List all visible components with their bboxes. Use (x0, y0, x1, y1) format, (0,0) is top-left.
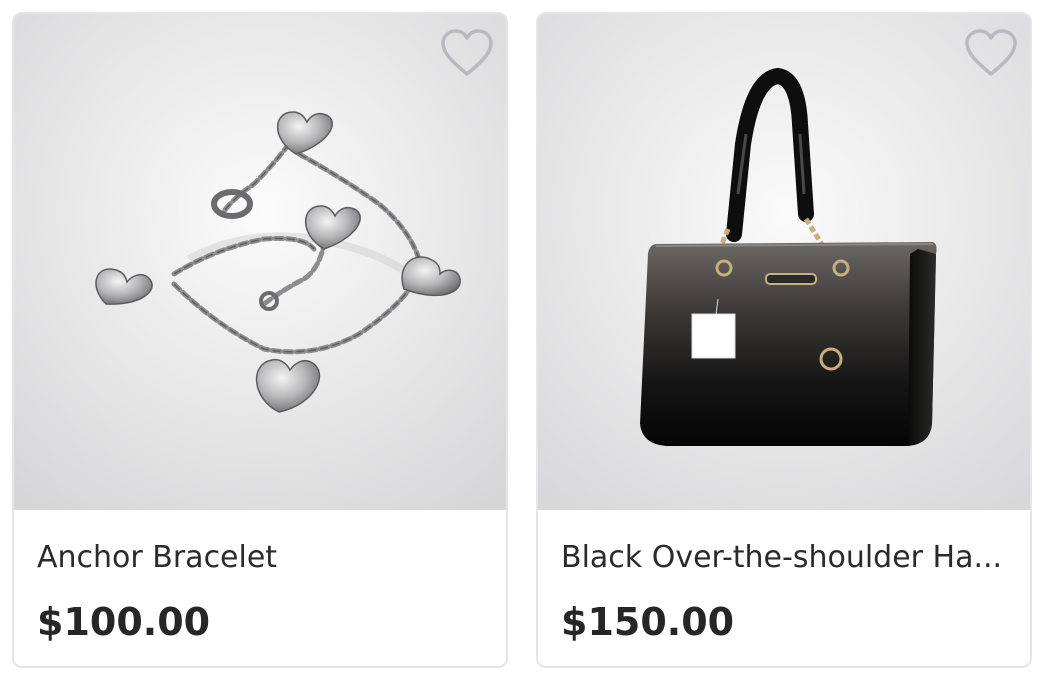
product-grid: Anchor Bracelet $100.00 Black Over-the-s… (0, 0, 1047, 683)
product-image-handbag[interactable] (538, 14, 1030, 510)
favorite-heart-icon[interactable] (440, 28, 494, 78)
product-image-bracelet[interactable] (14, 14, 506, 510)
product-card-anchor-bracelet[interactable]: Anchor Bracelet $100.00 (12, 12, 508, 668)
product-card-black-handbag[interactable]: Black Over-the-shoulder Ha... $150.00 (536, 12, 1032, 668)
product-price: $100.00 (37, 600, 211, 644)
product-title[interactable]: Anchor Bracelet (37, 538, 480, 578)
product-title[interactable]: Black Over-the-shoulder Ha... (561, 538, 1004, 578)
product-price: $150.00 (561, 600, 735, 644)
favorite-heart-icon[interactable] (964, 28, 1018, 78)
